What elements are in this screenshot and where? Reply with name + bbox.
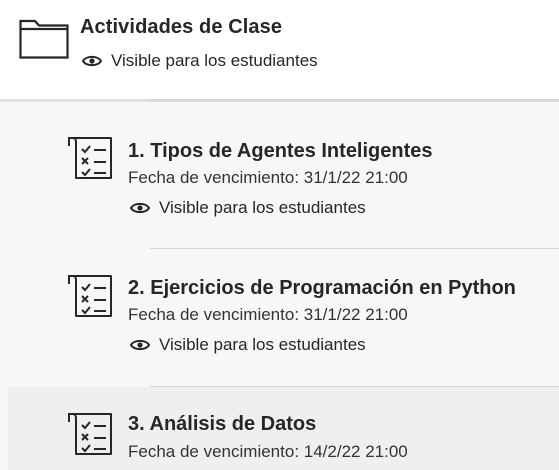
item-visibility[interactable]: Visible para los estudiantes <box>130 198 366 218</box>
due-date: Fecha de vencimiento: 31/1/22 21:00 <box>128 168 408 187</box>
assignment-icon <box>68 137 112 179</box>
eye-icon <box>130 202 150 214</box>
eye-icon <box>82 55 102 67</box>
content-list: 1. Tipos de Agentes Inteligentes Fecha d… <box>0 102 559 470</box>
item-title[interactable]: 2. Ejercicios de Programación en Python <box>128 277 516 300</box>
list-item-assignment-3[interactable]: 3. Análisis de Datos Fecha de vencimient… <box>8 387 559 470</box>
folder-icon <box>19 19 69 59</box>
list-item-assignment-1[interactable]: 1. Tipos de Agentes Inteligentes Fecha d… <box>8 102 559 248</box>
visibility-label: Visible para los estudiantes <box>159 198 366 217</box>
item-title[interactable]: 1. Tipos de Agentes Inteligentes <box>128 140 433 163</box>
folder-title[interactable]: Actividades de Clase <box>80 16 282 39</box>
item-title[interactable]: 3. Análisis de Datos <box>128 413 316 436</box>
folder-header[interactable]: Actividades de Clase Visible para los es… <box>0 0 559 100</box>
visibility-label: Visible para los estudiantes <box>111 51 318 70</box>
folder-visibility[interactable]: Visible para los estudiantes <box>82 51 318 71</box>
due-date: Fecha de vencimiento: 31/1/22 21:00 <box>128 305 408 324</box>
list-item-assignment-2[interactable]: 2. Ejercicios de Programación en Python … <box>8 249 559 386</box>
item-visibility[interactable]: Visible para los estudiantes <box>130 335 366 355</box>
assignment-icon <box>68 413 112 455</box>
visibility-label: Visible para los estudiantes <box>159 335 366 354</box>
assignment-icon <box>68 275 112 317</box>
due-date: Fecha de vencimiento: 14/2/22 21:00 <box>128 442 408 461</box>
header-divider-line <box>150 99 559 100</box>
eye-icon <box>130 339 150 351</box>
